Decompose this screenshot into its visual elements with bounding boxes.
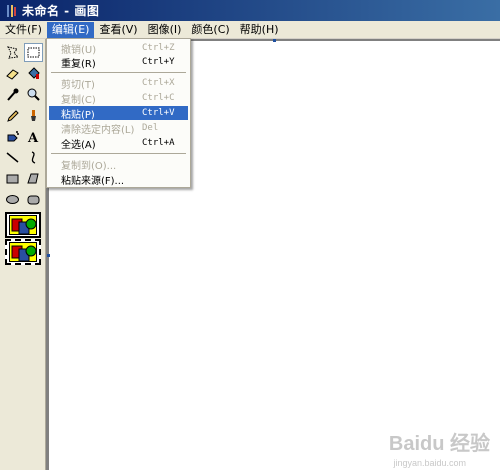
menu-file[interactable]: 文件(F) (0, 22, 47, 38)
transparent-on-option[interactable] (5, 239, 41, 265)
menu-cut[interactable]: 剪切(T) Ctrl+X (49, 76, 188, 91)
menu-help[interactable]: 帮助(H) (235, 22, 284, 38)
shapes-transparent-icon (11, 245, 37, 262)
rounded-rectangle-icon[interactable] (24, 190, 43, 209)
polygon-icon[interactable] (24, 169, 43, 188)
shapes-opaque-icon (11, 218, 37, 235)
menu-redo[interactable]: 重复(R) Ctrl+Y (49, 55, 188, 70)
baidu-watermark-url: jingyan.baidu.com (393, 458, 466, 468)
toolbox: A (0, 39, 46, 470)
menu-edit[interactable]: 编辑(E) (46, 21, 95, 38)
transparent-off-option[interactable] (5, 212, 41, 238)
svg-text:A: A (27, 131, 39, 144)
menu-copy-to[interactable]: 复制到(O)... (49, 157, 188, 172)
paint-app-icon (7, 4, 16, 17)
rectangle-select-icon[interactable] (24, 43, 43, 62)
window-title: 未命名 - 画图 (22, 4, 100, 18)
menu-paste[interactable]: 粘贴(P) Ctrl+V (49, 106, 188, 121)
menu-separator (51, 153, 186, 154)
canvas-resize-handle[interactable] (47, 254, 50, 257)
menu-view[interactable]: 查看(V) (94, 22, 142, 38)
magnifier-icon[interactable] (24, 85, 43, 104)
color-picker-icon[interactable] (3, 85, 22, 104)
rectangle-icon[interactable] (3, 169, 22, 188)
eraser-icon[interactable] (3, 64, 22, 83)
fill-bucket-icon[interactable] (24, 64, 43, 83)
menu-colors[interactable]: 颜色(C) (186, 22, 234, 38)
free-form-select-icon[interactable] (3, 43, 22, 62)
menu-select-all[interactable]: 全选(A) Ctrl+A (49, 136, 188, 151)
menu-paste-from[interactable]: 粘贴来源(F)... (49, 172, 188, 187)
title-bar: 未命名 - 画图 (0, 0, 500, 21)
menu-bar: 文件(F) 编辑(E) 查看(V) 图像(I) 颜色(C) 帮助(H) (0, 21, 500, 39)
brush-icon[interactable] (24, 106, 43, 125)
text-icon[interactable]: A (24, 127, 43, 146)
menu-undo[interactable]: 撤销(U) Ctrl+Z (49, 41, 188, 56)
line-icon[interactable] (3, 148, 22, 167)
menu-separator (51, 72, 186, 73)
menu-clear-selection[interactable]: 清除选定内容(L) Del (49, 121, 188, 136)
canvas-resize-handle[interactable] (273, 39, 276, 42)
curve-icon[interactable] (24, 148, 43, 167)
menu-image[interactable]: 图像(I) (143, 22, 187, 38)
edit-menu-dropdown: 撤销(U) Ctrl+Z 重复(R) Ctrl+Y 剪切(T) Ctrl+X 复制(C… (46, 38, 191, 188)
menu-copy[interactable]: 复制(C) Ctrl+C (49, 91, 188, 106)
pencil-icon[interactable] (3, 106, 22, 125)
ellipse-icon[interactable] (3, 190, 22, 209)
baidu-watermark: Baidu 经验 (388, 433, 490, 455)
airbrush-icon[interactable] (3, 127, 22, 146)
